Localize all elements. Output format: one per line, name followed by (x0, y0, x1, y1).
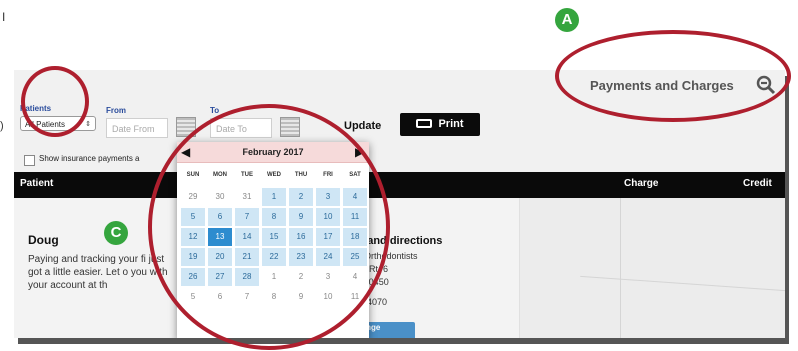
callout-circle (21, 66, 89, 137)
callout-circle (555, 30, 791, 122)
insurance-label: Show insurance payments a (39, 154, 140, 163)
from-label: From (106, 106, 126, 115)
map-panel[interactable] (519, 198, 785, 338)
stray-mark-left: ) (0, 120, 4, 132)
printer-icon (416, 119, 433, 128)
print-label: Print (438, 118, 464, 130)
date-from-input[interactable]: Date From (106, 118, 168, 138)
to-label: To (210, 106, 220, 115)
header-credit: Credit (743, 178, 772, 189)
stray-mark: I (2, 10, 6, 24)
header-patient: Patient (20, 178, 54, 189)
insurance-checkbox[interactable] (24, 155, 35, 166)
map-road (620, 198, 621, 338)
callout-circle (148, 104, 390, 350)
map-road (580, 275, 785, 292)
header-charge: Charge (624, 178, 659, 189)
print-button[interactable]: Print (400, 113, 480, 136)
select-arrows-icon: ⇕ (85, 121, 91, 128)
table-header: Patient Charge Credit (14, 172, 785, 198)
callout-badge-a: A (555, 8, 579, 32)
content-area: Doug Paying and tracking your fi just go… (14, 198, 785, 338)
update-button[interactable]: Update (344, 120, 381, 132)
welcome-name: Doug (28, 233, 59, 247)
callout-badge-c: C (104, 221, 128, 245)
